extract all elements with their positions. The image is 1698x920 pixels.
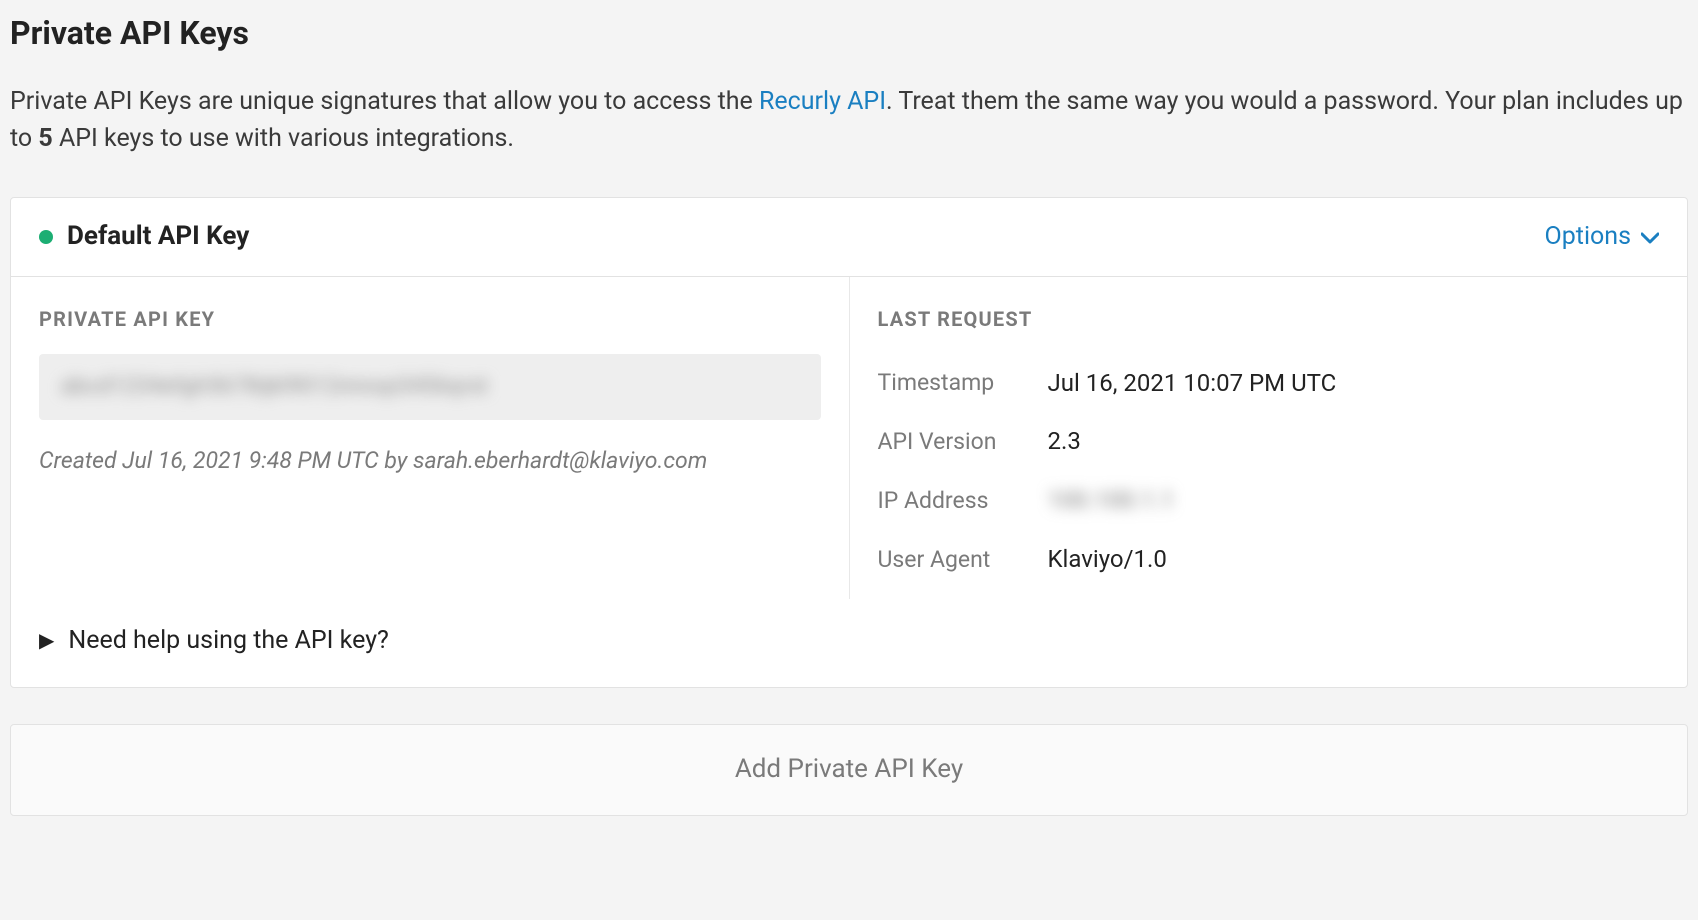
recurly-api-link[interactable]: Recurly API	[759, 87, 886, 116]
card-header: Default API Key Options	[11, 198, 1687, 277]
private-key-label: PRIVATE API KEY	[39, 305, 821, 334]
api-version-value: 2.3	[1048, 412, 1660, 471]
add-private-api-key-button[interactable]: Add Private API Key	[10, 724, 1688, 816]
user-agent-value: Klaviyo/1.0	[1048, 530, 1660, 589]
timestamp-label: Timestamp	[878, 354, 1048, 413]
user-agent-label: User Agent	[878, 530, 1048, 589]
table-row: User Agent Klaviyo/1.0	[878, 530, 1660, 589]
options-label: Options	[1545, 219, 1631, 255]
card-body: PRIVATE API KEY abcd1234efgh5678ijkl9012…	[11, 277, 1687, 599]
table-row: IP Address 100.100.1.1	[878, 471, 1660, 530]
intro-prefix: Private API Keys are unique signatures t…	[10, 87, 759, 116]
masked-api-key: abcd1234efgh5678ijkl9012mnop3456qrst	[61, 371, 488, 403]
table-row: Timestamp Jul 16, 2021 10:07 PM UTC	[878, 354, 1660, 413]
created-text: Created Jul 16, 2021 9:48 PM UTC by sara…	[39, 444, 821, 477]
options-dropdown[interactable]: Options	[1545, 219, 1659, 255]
intro-text: Private API Keys are unique signatures t…	[10, 84, 1688, 157]
chevron-down-icon	[1641, 219, 1659, 255]
card-title: Default API Key	[67, 218, 249, 256]
private-key-column: PRIVATE API KEY abcd1234efgh5678ijkl9012…	[11, 277, 850, 599]
help-toggle[interactable]: ▶ Need help using the API key?	[11, 599, 1687, 687]
triangle-right-icon: ▶	[39, 626, 54, 655]
card-header-left: Default API Key	[39, 218, 249, 256]
table-row: API Version 2.3	[878, 412, 1660, 471]
masked-ip: 100.100.1.1	[1048, 483, 1175, 518]
last-request-table: Timestamp Jul 16, 2021 10:07 PM UTC API …	[878, 354, 1660, 589]
intro-limit: 5	[38, 124, 52, 153]
last-request-label: LAST REQUEST	[878, 305, 1660, 334]
status-dot-icon	[39, 230, 53, 244]
ip-label: IP Address	[878, 471, 1048, 530]
intro-suffix2: API keys to use with various integration…	[53, 124, 514, 153]
api-key-card: Default API Key Options PRIVATE API KEY …	[10, 197, 1688, 688]
page-title: Private API Keys	[10, 10, 1688, 56]
api-key-box[interactable]: abcd1234efgh5678ijkl9012mnop3456qrst	[39, 354, 821, 420]
help-text: Need help using the API key?	[68, 623, 388, 659]
last-request-column: LAST REQUEST Timestamp Jul 16, 2021 10:0…	[850, 277, 1688, 599]
timestamp-value: Jul 16, 2021 10:07 PM UTC	[1048, 354, 1660, 413]
api-version-label: API Version	[878, 412, 1048, 471]
ip-value: 100.100.1.1	[1048, 471, 1660, 530]
